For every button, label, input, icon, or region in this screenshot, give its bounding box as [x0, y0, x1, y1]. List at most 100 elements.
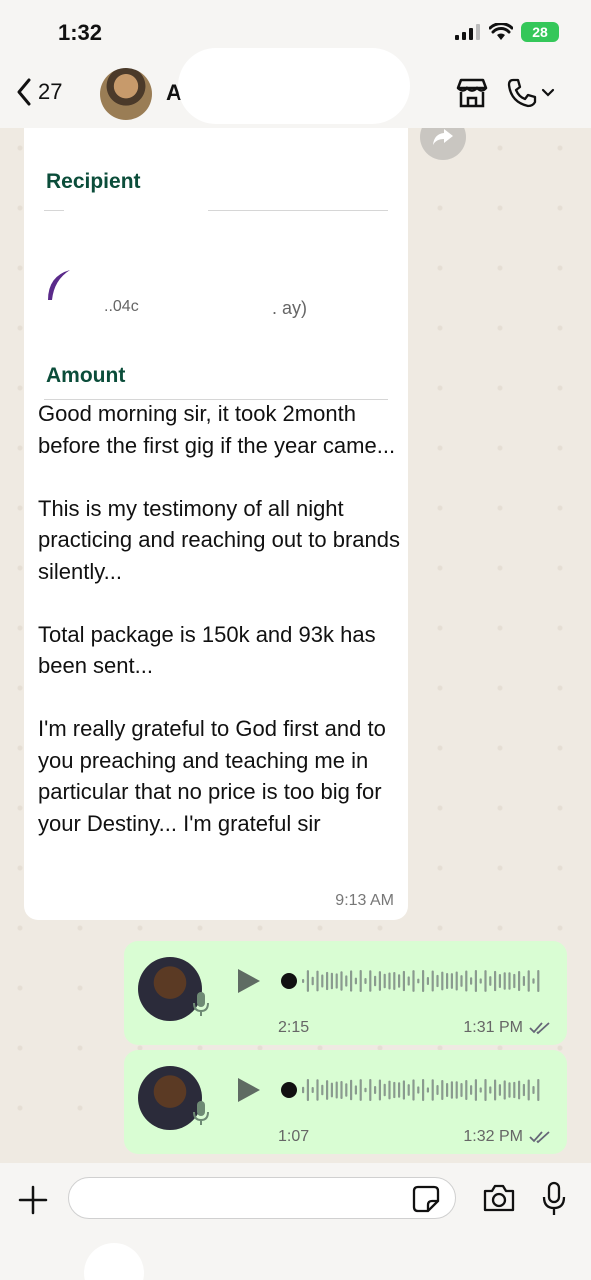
waveform-bar	[532, 978, 535, 984]
waveform-bar	[340, 1080, 343, 1100]
play-icon[interactable]	[236, 1076, 262, 1104]
waveform-bar	[503, 972, 506, 990]
voice-time: 1:31 PM	[463, 1019, 551, 1037]
waveform-bar	[306, 970, 309, 992]
waveform-bar	[479, 1087, 482, 1093]
waveform-bar	[527, 1079, 530, 1101]
divider	[44, 210, 64, 211]
battery-level: 28	[532, 24, 548, 40]
waveform-bar	[302, 979, 305, 983]
phone-icon	[507, 78, 537, 108]
waveform-bar	[359, 1079, 362, 1101]
incoming-message-bubble[interactable]: Recipient ..04c . ay) Amount Good mornin…	[24, 128, 408, 920]
waveform-bar	[522, 976, 525, 986]
waveform-bar	[460, 975, 463, 987]
waveform-bar	[503, 1080, 506, 1100]
waveform-bar	[369, 970, 372, 992]
header-actions	[455, 78, 555, 108]
status-indicators: 28	[455, 22, 559, 42]
message-input[interactable]	[68, 1177, 456, 1219]
waveform-bar	[522, 1083, 525, 1097]
message-time: 9:13 AM	[335, 892, 394, 909]
waveform-bar	[407, 1084, 410, 1096]
waveform[interactable]	[280, 967, 546, 995]
waveform[interactable]	[280, 1076, 546, 1104]
message-input-bar	[0, 1163, 591, 1280]
waveform-bar	[450, 973, 453, 989]
waveform-bar	[383, 973, 386, 989]
back-button[interactable]: 27	[16, 78, 62, 106]
waveform-bar	[335, 973, 338, 989]
waveform-bar	[364, 1087, 367, 1093]
chevron-left-icon	[17, 78, 31, 106]
waveform-bar	[513, 1081, 516, 1099]
waveform-bar	[527, 970, 530, 992]
waveform-bar	[426, 977, 429, 985]
waveform-bar	[537, 970, 540, 992]
waveform-bar	[326, 971, 329, 991]
voice-timestamp: 1:32 PM	[463, 1128, 523, 1145]
waveform-bar	[465, 970, 468, 992]
waveform-bar	[354, 977, 357, 985]
sticker-icon[interactable]	[412, 1185, 440, 1213]
waveform-bar	[450, 1081, 453, 1099]
play-icon[interactable]	[236, 967, 262, 995]
waveform-bar	[340, 971, 343, 991]
waveform-bar	[455, 1081, 458, 1099]
forward-button[interactable]	[420, 128, 466, 160]
waveform-bar	[431, 1079, 434, 1101]
contact-avatar[interactable]	[100, 68, 152, 120]
waveform-bar	[398, 1082, 401, 1098]
forward-icon	[433, 129, 453, 145]
waveform-bar	[513, 973, 516, 989]
waveform-bar	[393, 972, 396, 990]
waveform-bar	[417, 978, 420, 984]
call-button[interactable]	[507, 78, 555, 108]
waveform-bar	[407, 976, 410, 986]
waveform-bar	[494, 1079, 497, 1101]
waveform-bar	[388, 1080, 391, 1100]
voice-note[interactable]: 2:15 1:31 PM	[124, 941, 567, 1045]
waveform-bar	[489, 976, 492, 986]
bank-logo-icon	[48, 270, 70, 300]
recipient-label: Recipient	[46, 170, 141, 193]
redacted-bank: . ay)	[272, 298, 308, 318]
waveform-bar	[321, 1084, 324, 1096]
waveform-bar	[460, 1082, 463, 1098]
waveform-bar	[321, 974, 324, 988]
waveform-bar	[498, 974, 501, 988]
waveform-bar	[479, 978, 482, 984]
chat-area[interactable]: Recipient ..04c . ay) Amount Good mornin…	[0, 128, 591, 1163]
waveform-bar	[417, 1086, 420, 1094]
microphone-icon[interactable]	[542, 1181, 566, 1217]
waveform-bar	[484, 1079, 487, 1101]
waveform-bar	[311, 1086, 314, 1094]
plus-icon[interactable]	[18, 1185, 48, 1215]
store-icon[interactable]	[455, 78, 489, 108]
waveform-bar	[412, 970, 415, 992]
waveform-bar	[316, 1079, 319, 1101]
waveform-bar	[354, 1085, 357, 1095]
waveform-bar	[393, 1081, 396, 1099]
signal-icon	[455, 24, 480, 40]
waveform-bar	[489, 1086, 492, 1094]
status-time: 1:32	[58, 20, 103, 45]
waveform-bar	[345, 1083, 348, 1097]
waveform-bar	[364, 978, 367, 984]
camera-icon[interactable]	[482, 1183, 516, 1213]
waveform-bar	[306, 1079, 309, 1101]
waveform-bar	[374, 975, 377, 987]
waveform-bar	[455, 971, 458, 991]
amount-label: Amount	[46, 364, 126, 387]
chat-header: 27 A	[0, 48, 591, 128]
voice-duration: 1:07	[278, 1128, 310, 1145]
voice-note[interactable]: 1:07 1:32 PM	[124, 1050, 567, 1154]
double-check-icon	[529, 1022, 550, 1035]
chevron-down-icon	[541, 88, 555, 97]
waveform-bar	[383, 1083, 386, 1097]
voice-time: 1:32 PM	[463, 1128, 551, 1146]
mic-icon	[193, 1101, 209, 1125]
battery-indicator: 28	[521, 22, 559, 42]
waveform-bar	[426, 1087, 429, 1093]
waveform-bar	[484, 970, 487, 992]
